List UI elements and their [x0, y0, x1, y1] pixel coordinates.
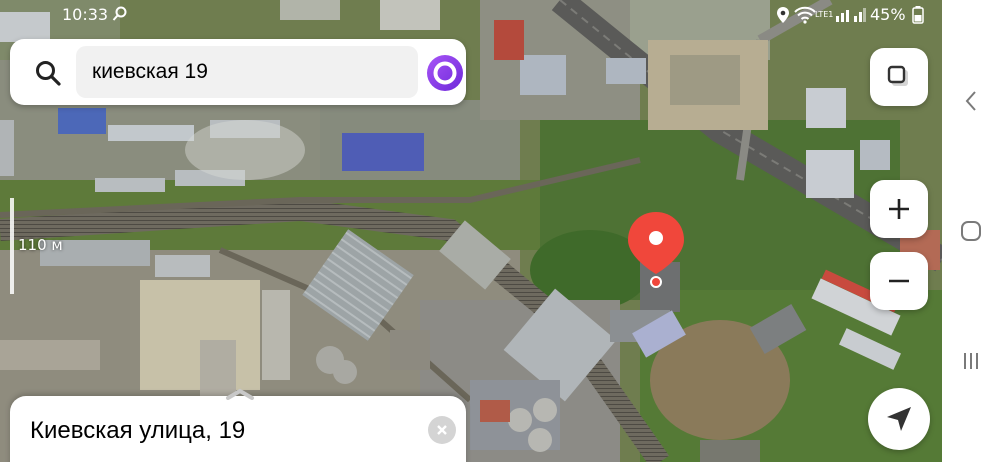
search-icon — [112, 6, 127, 21]
plus-icon — [889, 199, 909, 219]
network-type-label: LTE1 — [815, 10, 834, 19]
search-bar: киевская 19 — [10, 39, 466, 105]
place-card[interactable]: Киевская улица, 19 — [10, 388, 466, 462]
home-button[interactable] — [958, 218, 984, 244]
recents-icon — [964, 353, 978, 369]
battery-icon — [912, 6, 924, 24]
minus-icon — [889, 279, 909, 283]
location-icon — [777, 7, 789, 23]
search-input[interactable]: киевская 19 — [76, 46, 418, 98]
status-bar: 10:33 LTE1 45% — [0, 0, 942, 30]
system-nav-bar — [942, 0, 1000, 462]
close-card-button[interactable] — [428, 416, 456, 444]
zoom-in-button[interactable] — [870, 180, 928, 238]
map-scale-label: 110 м — [18, 236, 63, 254]
search-icon[interactable] — [34, 59, 62, 87]
battery-percent: 45% — [870, 5, 906, 24]
home-icon — [961, 221, 981, 241]
status-time: 10:33 — [62, 5, 109, 24]
alice-assistant-icon[interactable] — [426, 54, 464, 92]
chevron-up-icon[interactable] — [225, 388, 255, 400]
close-icon — [437, 425, 447, 435]
place-title: Киевская улица, 19 — [30, 417, 246, 444]
layers-button[interactable] — [870, 48, 928, 106]
back-icon — [965, 91, 976, 111]
location-pin-icon[interactable] — [626, 210, 686, 290]
back-button[interactable] — [958, 88, 984, 114]
map-scale-bar — [10, 198, 14, 294]
recents-button[interactable] — [958, 348, 984, 374]
cellular-signal-icon — [836, 8, 866, 22]
navigation-arrow-icon — [887, 407, 911, 431]
wifi-icon — [794, 6, 816, 24]
layers-icon — [887, 65, 908, 86]
my-location-button[interactable] — [868, 388, 930, 450]
zoom-out-button[interactable] — [870, 252, 928, 310]
